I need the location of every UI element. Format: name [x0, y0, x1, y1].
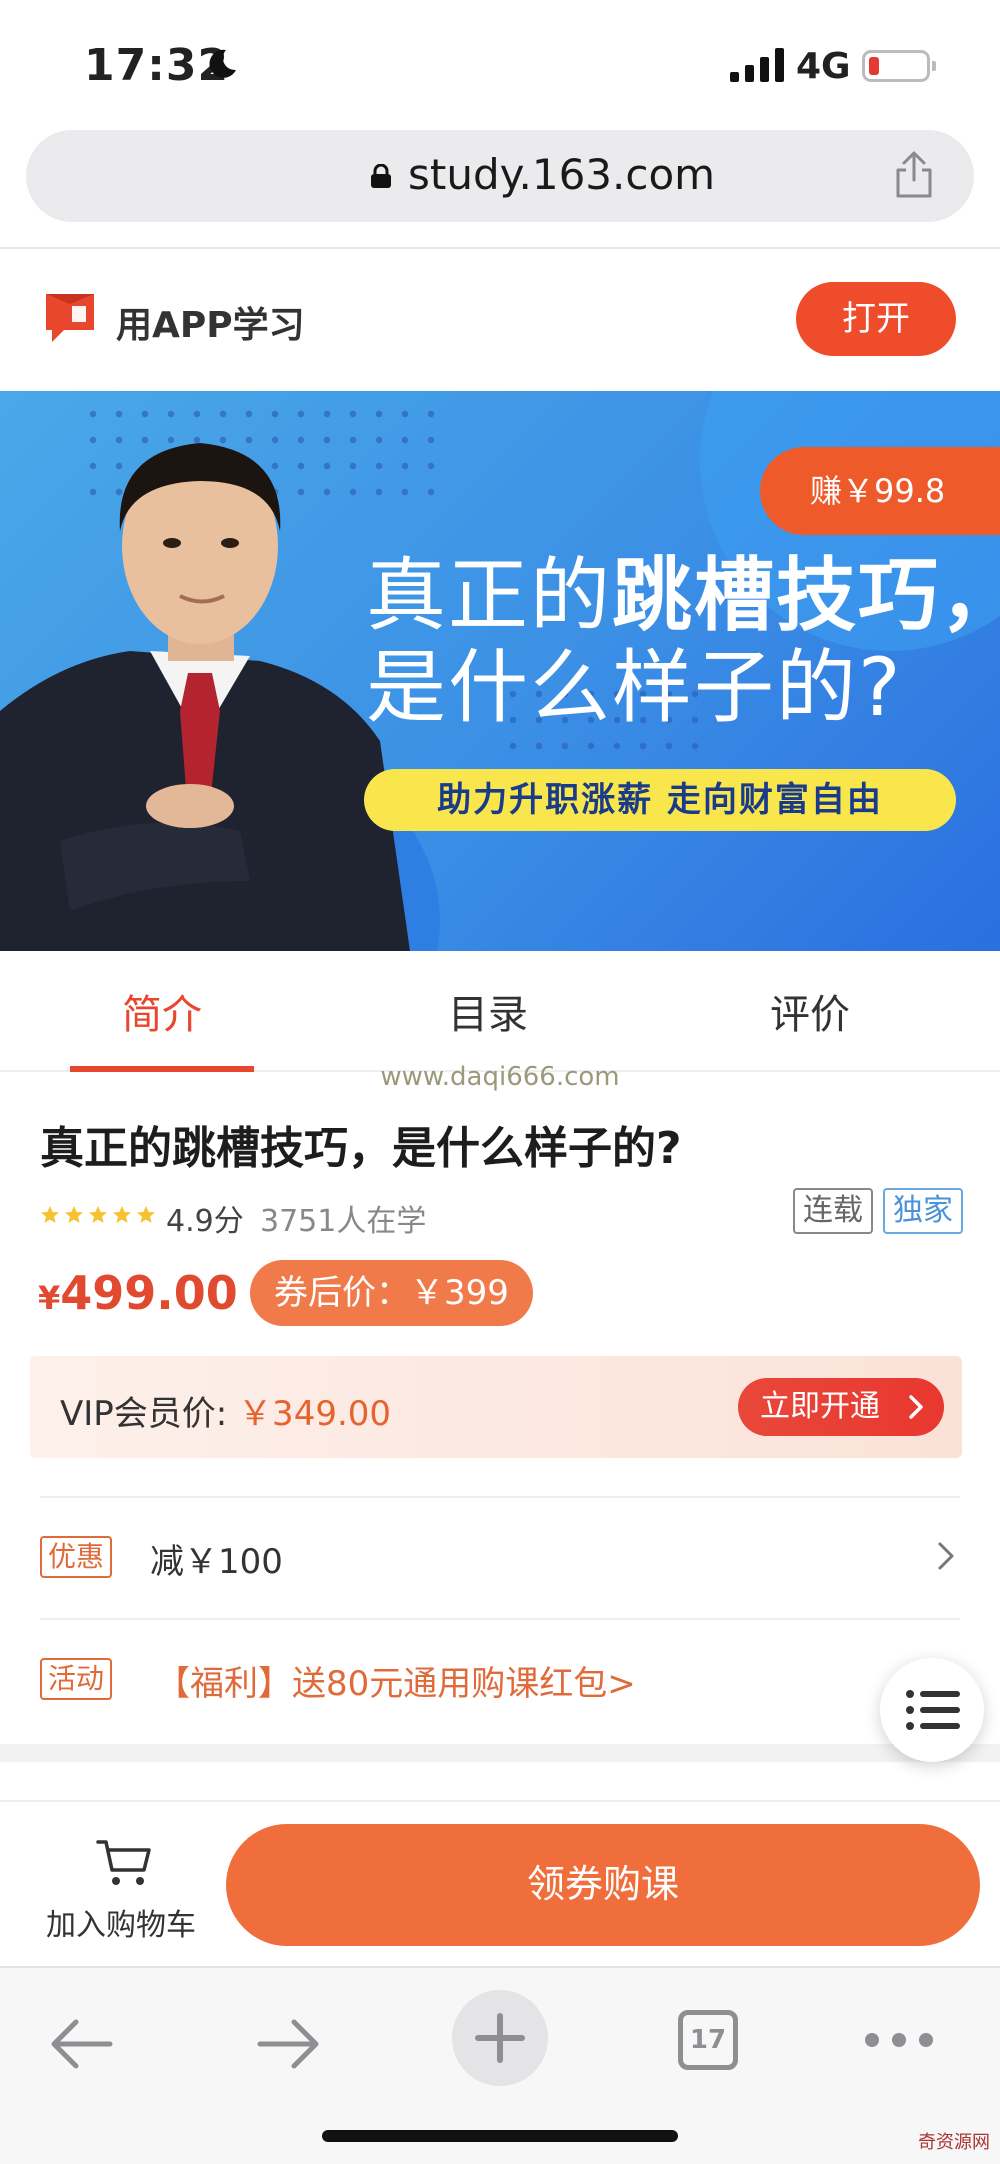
battery-icon [862, 50, 936, 82]
course-price: ¥499.00 [38, 1266, 238, 1320]
section-divider [0, 1744, 1000, 1762]
star-icon [113, 1206, 131, 1223]
cart-icon[interactable] [96, 1838, 152, 1888]
course-title: 真正的跳槽技巧，是什么样子的? [40, 1123, 682, 1174]
discount-tag: 优惠 [40, 1536, 113, 1578]
activity-row[interactable]: 活动 【福利】送80元通用购课红包> [40, 1618, 960, 1738]
rating-score: 4.9分 [166, 1204, 244, 1239]
tab-reviews[interactable]: 评价 [710, 982, 910, 1040]
site-brand-watermark: 奇资源网 [918, 2132, 990, 2153]
discount-text: 减￥100 [150, 1542, 283, 1582]
status-bar: 17:32 4G [0, 0, 1000, 120]
instructor-photo [0, 443, 410, 951]
chevron-right-icon [938, 1542, 954, 1570]
activity-text: 【福利】送80元通用购课红包> [156, 1664, 636, 1704]
star-icon [137, 1206, 155, 1223]
banner-headline-line2: 是什么样子的? [366, 641, 903, 734]
list-icon [906, 1690, 960, 1730]
serial-tag: 连载 [793, 1188, 873, 1234]
discount-row[interactable]: 优惠 减￥100 [40, 1496, 960, 1616]
add-to-cart-label[interactable]: 加入购物车 [46, 1900, 196, 1944]
share-icon[interactable] [892, 150, 936, 200]
app-promo-bar: 用APP学习 打开 [0, 250, 1000, 390]
plus-icon [475, 2013, 525, 2063]
chevron-right-icon [909, 1395, 923, 1419]
more-icon[interactable] [864, 2032, 934, 2048]
address-bar[interactable]: study.163.com [26, 130, 974, 222]
home-indicator [322, 2130, 678, 2142]
course-tabs: 简介 目录 评价 [0, 952, 1000, 1072]
vip-price-panel: VIP会员价: ￥349.00 立即开通 [30, 1356, 962, 1458]
rating-stars [40, 1200, 156, 1230]
star-icon [65, 1206, 83, 1223]
tab-catalog[interactable]: 目录 [388, 982, 588, 1040]
tab-count-button[interactable]: 17 [678, 2010, 738, 2070]
star-icon [89, 1206, 107, 1223]
purchase-bar: 加入购物车 领券购课 [0, 1800, 1000, 1960]
back-arrow-icon[interactable] [48, 2016, 114, 2072]
network-type: 4G [796, 46, 851, 87]
signal-icon [730, 48, 784, 82]
moon-icon [209, 49, 236, 78]
vip-price: ￥349.00 [238, 1394, 392, 1434]
lock-icon [371, 164, 391, 188]
learner-count: 3751人在学 [260, 1204, 427, 1239]
price-value: 499.00 [60, 1266, 238, 1320]
tab-intro[interactable]: 简介 [62, 982, 262, 1040]
banner-slogan: 助力升职涨薪 走向财富自由 [364, 769, 956, 831]
new-tab-button[interactable] [452, 1990, 548, 2086]
price-symbol: ¥ [38, 1279, 61, 1317]
floating-menu-button[interactable] [880, 1658, 984, 1762]
watermark: www.daqi666.com [380, 1062, 620, 1092]
vip-label-text: VIP会员价: [60, 1394, 239, 1434]
vip-label: VIP会员价: ￥349.00 [60, 1386, 391, 1435]
activity-tag: 活动 [40, 1658, 113, 1700]
divider [0, 247, 1000, 249]
open-app-button[interactable]: 打开 [796, 282, 956, 356]
app-logo-icon [46, 294, 94, 342]
exclusive-tag: 独家 [883, 1188, 963, 1234]
vip-activate-label: 立即开通 [760, 1390, 880, 1423]
coupon-price-badge[interactable]: 券后价：￥399 [250, 1260, 533, 1326]
vip-activate-button[interactable]: 立即开通 [738, 1378, 944, 1436]
url-text: study.163.com [408, 150, 716, 199]
app-promo-text: 用APP学习 [116, 305, 305, 346]
earn-badge[interactable]: 赚￥99.8 [760, 447, 1000, 535]
buy-with-coupon-button[interactable]: 领券购课 [226, 1824, 980, 1946]
star-icon [41, 1206, 59, 1223]
forward-arrow-icon[interactable] [256, 2016, 322, 2072]
course-banner[interactable]: 赚￥99.8 真正的跳槽技巧， 是什么样子的? 助力升职涨薪 走向财富自由 [0, 391, 1000, 951]
